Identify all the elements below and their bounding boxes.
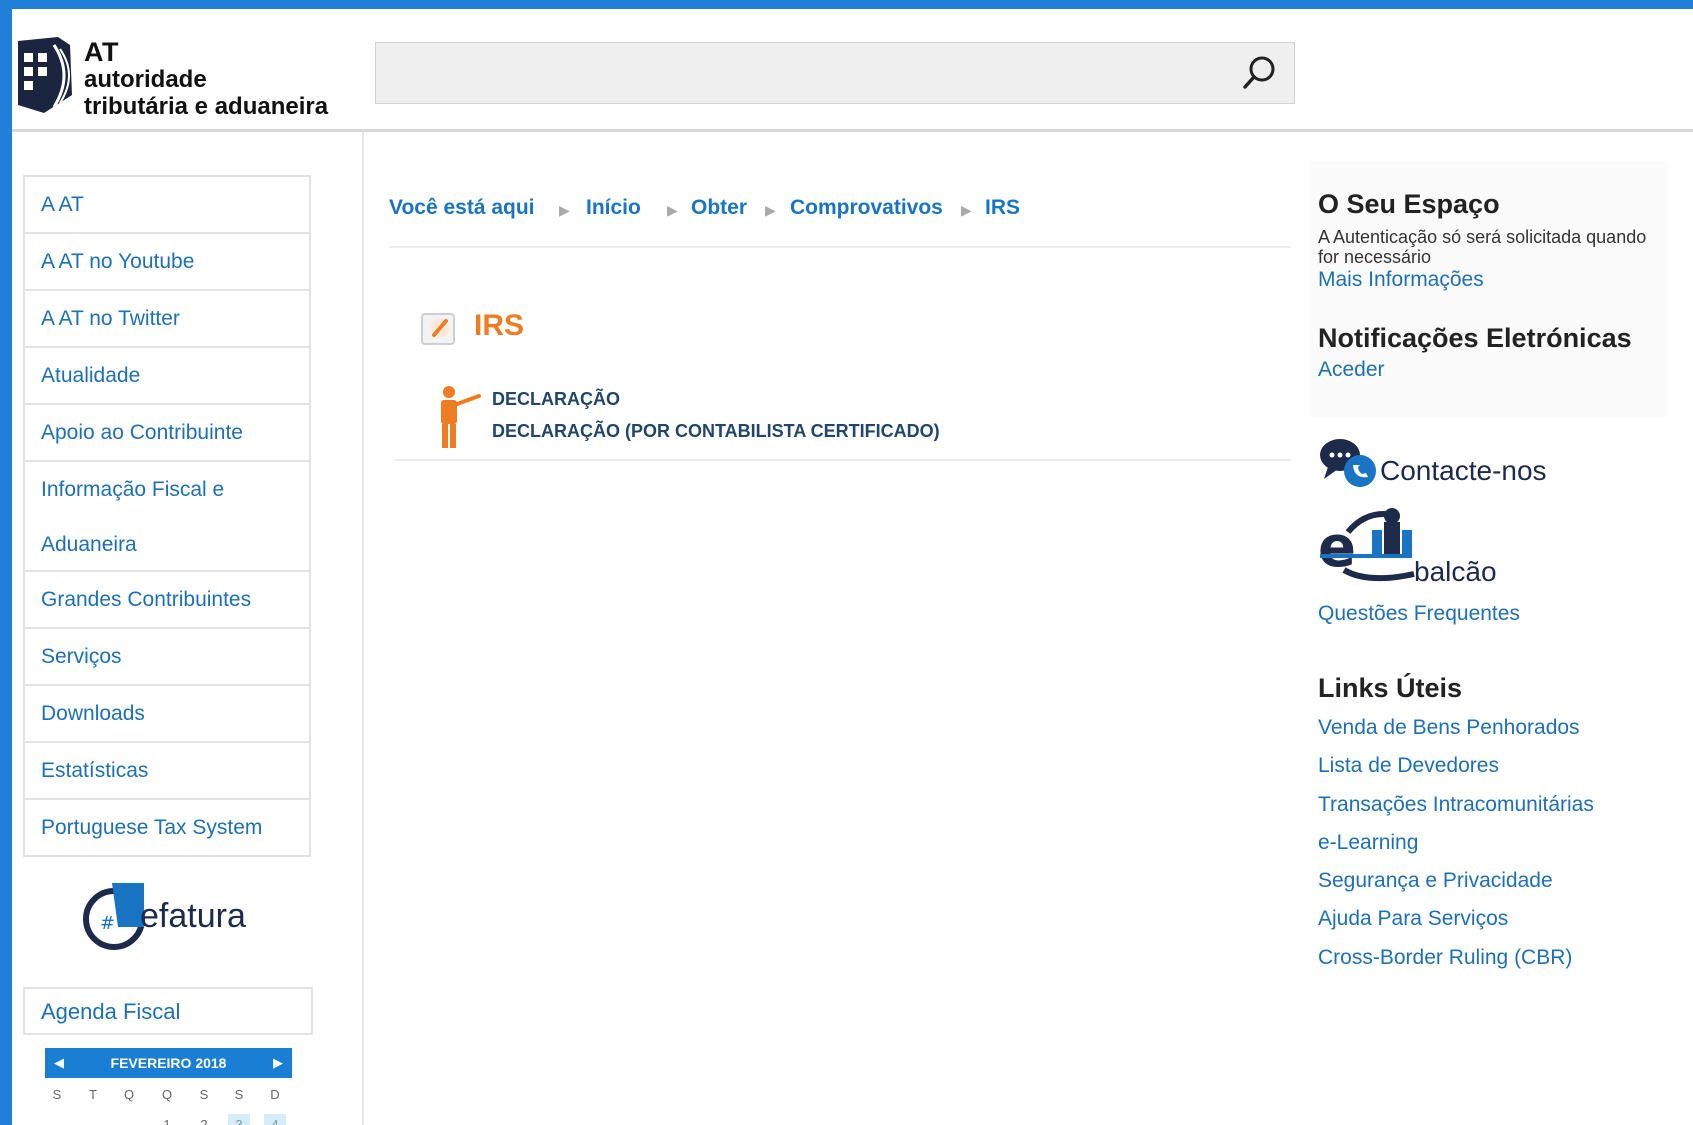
menu-item-atualidade[interactable]: Atualidade bbox=[25, 348, 309, 405]
menu-item-estatisticas[interactable]: Estatísticas bbox=[25, 743, 309, 800]
breadcrumb-chevron-icon: ▶ bbox=[667, 202, 678, 218]
link-elearning[interactable]: e-Learning bbox=[1318, 831, 1418, 855]
espaco-text: A Autenticação só será solicitada quando… bbox=[1318, 227, 1647, 267]
page: AT autoridade tributária e aduaneira A A… bbox=[12, 9, 1693, 1125]
weekday: T bbox=[89, 1087, 97, 1102]
header: AT autoridade tributária e aduaneira bbox=[12, 9, 1693, 132]
svg-text:#: # bbox=[100, 913, 115, 934]
mais-informacoes-link[interactable]: Mais Informações bbox=[1318, 268, 1484, 292]
breadcrumb-irs[interactable]: IRS bbox=[985, 196, 1020, 220]
menu-item-apoio[interactable]: Apoio ao Contribuinte bbox=[25, 405, 309, 462]
right-column: O Seu Espaço A Autenticação só será soli… bbox=[1309, 161, 1679, 1121]
breadcrumb-chevron-icon: ▶ bbox=[559, 202, 570, 218]
espaco-panel: O Seu Espaço A Autenticação só será soli… bbox=[1309, 161, 1669, 417]
menu-item-grandes-contribuintes[interactable]: Grandes Contribuintes bbox=[25, 572, 309, 629]
search-input[interactable] bbox=[376, 43, 1262, 103]
weekday: S bbox=[234, 1087, 244, 1102]
link-ajuda-servicos[interactable]: Ajuda Para Serviços bbox=[1318, 907, 1508, 931]
search-box bbox=[375, 42, 1295, 104]
calendar-day[interactable]: 3 bbox=[228, 1114, 250, 1125]
side-menu: A AT A AT no Youtube A AT no Twitter Atu… bbox=[23, 175, 311, 857]
weekday: Q bbox=[123, 1087, 135, 1102]
logo-line-2: autoridade bbox=[84, 66, 207, 93]
chat-bubbles-icon bbox=[1320, 439, 1376, 487]
page-title-text: IRS bbox=[474, 309, 525, 342]
agenda-fiscal-header[interactable]: Agenda Fiscal bbox=[23, 987, 313, 1035]
weekday: Q bbox=[161, 1087, 173, 1102]
breadcrumb-comprovativos[interactable]: Comprovativos bbox=[790, 196, 943, 220]
menu-item-informacao-fiscal[interactable]: Informação Fiscal e Aduaneira bbox=[25, 462, 309, 572]
menu-item-servicos[interactable]: Serviços bbox=[25, 629, 309, 686]
breadcrumb: Você está aqui ▶ Início ▶ Obter ▶ Compro… bbox=[389, 196, 1291, 248]
calendar-week-row: 1 2 3 4 bbox=[45, 1114, 292, 1125]
calendar-weekdays: S T Q Q S S D bbox=[45, 1084, 292, 1108]
ebalcao-logo-icon: e bbox=[1318, 508, 1415, 582]
breadcrumb-chevron-icon: ▶ bbox=[961, 202, 972, 218]
logo-line-3: tributária e aduaneira bbox=[84, 93, 329, 120]
questoes-frequentes-link[interactable]: Questões Frequentes bbox=[1318, 602, 1520, 626]
agenda-fiscal-label: Agenda Fiscal bbox=[41, 999, 181, 1024]
espaco-title: O Seu Espaço bbox=[1318, 189, 1500, 219]
links-uteis-title: Links Úteis bbox=[1318, 673, 1463, 703]
breadcrumb-obter[interactable]: Obter bbox=[691, 196, 747, 220]
link-lista-devedores[interactable]: Lista de Devedores bbox=[1318, 754, 1499, 778]
weekday: D bbox=[270, 1087, 280, 1102]
link-cbr[interactable]: Cross-Border Ruling (CBR) bbox=[1318, 946, 1572, 970]
menu-item-tax-system[interactable]: Portuguese Tax System bbox=[25, 800, 309, 855]
calendar-next-icon[interactable]: ▶ bbox=[264, 1048, 292, 1078]
calendar-day[interactable]: 1 bbox=[156, 1117, 178, 1125]
ebalcao-label: balcão bbox=[1414, 556, 1497, 587]
calendar-day[interactable]: 4 bbox=[264, 1114, 286, 1125]
breadcrumb-inicio[interactable]: Início bbox=[586, 196, 641, 220]
calendar-month-label: FEVEREIRO 2018 bbox=[110, 1055, 227, 1071]
ebalcao-banner[interactable]: e balcão bbox=[1318, 504, 1518, 594]
weekday: S bbox=[199, 1087, 209, 1102]
breadcrumb-chevron-icon: ▶ bbox=[765, 202, 776, 218]
link-seguranca[interactable]: Segurança e Privacidade bbox=[1318, 869, 1553, 893]
menu-item-a-at[interactable]: A AT bbox=[25, 177, 309, 234]
logo-line-1: AT bbox=[84, 37, 119, 67]
left-sidebar: A AT A AT no Youtube A AT no Twitter Atu… bbox=[12, 132, 364, 1125]
at-shield-icon bbox=[18, 37, 72, 113]
declaracao-contabilista-link[interactable]: DECLARAÇÃO (POR CONTABILISTA CERTIFICADO… bbox=[492, 421, 940, 442]
calendar-month-bar: ◀ FEVEREIRO 2018 ▶ bbox=[45, 1048, 292, 1078]
link-transacoes[interactable]: Transações Intracomunitárias bbox=[1318, 793, 1594, 817]
contacte-nos-link[interactable]: Contacte-nos bbox=[1318, 435, 1578, 490]
menu-item-downloads[interactable]: Downloads bbox=[25, 686, 309, 743]
menu-item-youtube[interactable]: A AT no Youtube bbox=[25, 234, 309, 291]
page-title: IRS bbox=[420, 309, 540, 349]
efatura-label: efatura bbox=[140, 897, 246, 935]
weekday: S bbox=[52, 1087, 62, 1102]
link-venda-bens[interactable]: Venda de Bens Penhorados bbox=[1318, 716, 1580, 740]
calendar-day[interactable]: 2 bbox=[193, 1117, 215, 1125]
presenter-icon bbox=[441, 386, 481, 448]
search-icon[interactable] bbox=[1240, 53, 1280, 93]
aceder-link[interactable]: Aceder bbox=[1318, 358, 1385, 382]
declaration-list: DECLARAÇÃO DECLARAÇÃO (POR CONTABILISTA … bbox=[395, 384, 1291, 461]
at-logo[interactable]: AT autoridade tributária e aduaneira bbox=[14, 27, 354, 122]
declaracao-link[interactable]: DECLARAÇÃO bbox=[492, 389, 620, 410]
notificacoes-title: Notificações Eletrónicas bbox=[1318, 323, 1632, 353]
logo-text: AT autoridade tributária e aduaneira bbox=[84, 37, 329, 121]
breadcrumb-label: Você está aqui bbox=[389, 196, 535, 219]
document-edit-icon bbox=[421, 313, 455, 345]
contacte-nos-label: Contacte-nos bbox=[1380, 455, 1547, 486]
efatura-banner[interactable]: # efatura bbox=[82, 877, 282, 957]
menu-item-twitter[interactable]: A AT no Twitter bbox=[25, 291, 309, 348]
